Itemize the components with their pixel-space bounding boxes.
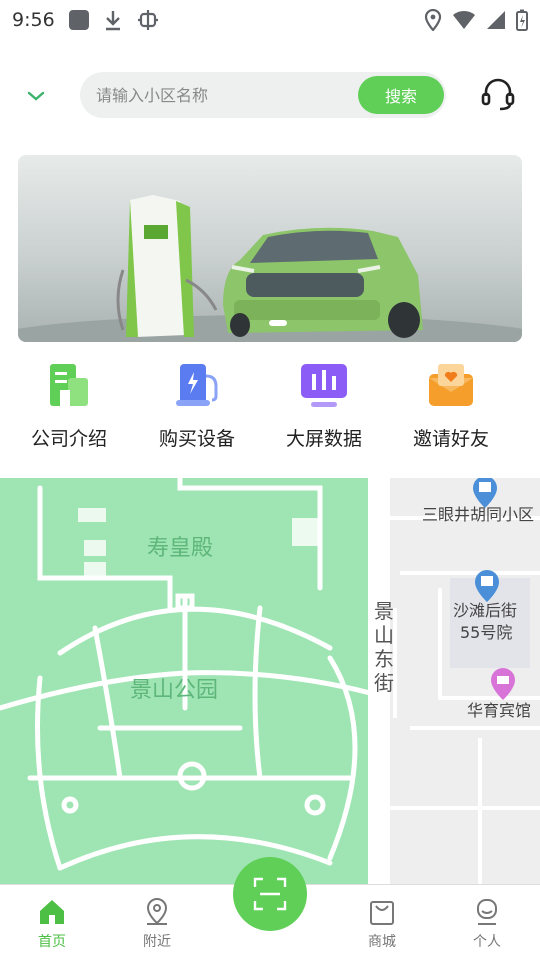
nav-label: 商城: [368, 934, 396, 950]
signal-icon: [487, 11, 505, 29]
scan-icon: [253, 877, 287, 911]
scan-button[interactable]: [233, 857, 307, 931]
header: 搜索: [0, 70, 540, 122]
battery-icon: [516, 9, 528, 31]
map-label-huayu-hotel: 华育宾馆: [467, 701, 531, 720]
building-icon: [50, 364, 88, 406]
car-illustration: [223, 227, 423, 338]
dashboard-icon: [301, 364, 347, 407]
nav-home[interactable]: 首页: [12, 897, 92, 951]
quick-item-invite[interactable]: 邀请好友: [386, 360, 516, 451]
home-icon: [40, 900, 64, 924]
quick-item-label: 购买设备: [158, 428, 235, 450]
status-time: 9:56: [12, 9, 55, 31]
charger-illustration: [116, 195, 218, 337]
chevron-down-icon[interactable]: [24, 84, 48, 108]
search-button[interactable]: 搜索: [358, 76, 444, 114]
map-canvas: 寿皇殿 景山公园 景 山 东 街 三眼井胡同小区 沙滩后街 55号院 华育宾馆: [0, 478, 540, 884]
map-label-shatan-2: 55号院: [460, 623, 512, 642]
nav-label: 首页: [38, 934, 66, 950]
wifi-icon: [453, 10, 475, 29]
bottom-nav: 首页 附近 商城 个人: [0, 857, 540, 960]
poi-marker-blue: [473, 478, 497, 508]
quick-item-dashboard[interactable]: 大屏数据: [259, 360, 389, 451]
nav-shop[interactable]: 商城: [342, 897, 422, 951]
quick-menu: 公司介绍 购买设备 大屏数据 邀请好友: [0, 360, 540, 450]
quick-item-label: 公司介绍: [30, 428, 107, 450]
search-box: 搜索: [80, 72, 446, 118]
nav-nearby[interactable]: 附近: [117, 897, 197, 951]
location-icon: [424, 9, 442, 31]
map-view[interactable]: 寿皇殿 景山公园 景 山 东 街 三眼井胡同小区 沙滩后街 55号院 华育宾馆: [0, 478, 540, 884]
headset-icon[interactable]: [480, 76, 516, 112]
shop-icon: [370, 901, 394, 925]
search-input[interactable]: [96, 72, 346, 118]
quick-item-buy-device[interactable]: 购买设备: [132, 360, 262, 451]
map-label-shouhuangdian: 寿皇殿: [147, 536, 213, 561]
map-label-jingshan-park: 景山公园: [130, 678, 218, 703]
nav-profile[interactable]: 个人: [447, 897, 527, 951]
map-label-shatan-1: 沙滩后街: [453, 601, 517, 620]
map-label-street-2: 山: [374, 623, 394, 647]
quick-item-label: 邀请好友: [412, 428, 489, 450]
map-label-street-1: 景: [374, 599, 394, 623]
quick-item-company[interactable]: 公司介绍: [4, 360, 134, 451]
nav-label: 个人: [473, 934, 501, 950]
map-label-street-3: 东: [374, 647, 394, 671]
map-label-street-4: 街: [374, 671, 394, 695]
invite-icon: [429, 364, 473, 406]
app-icon: [68, 10, 89, 30]
user-icon: [477, 899, 497, 925]
nav-label: 附近: [143, 934, 171, 950]
poi-marker-hotel: [491, 668, 515, 700]
bug-icon: [137, 10, 158, 30]
map-label-sanyanjing: 三眼井胡同小区: [422, 505, 534, 524]
charger-icon: [176, 364, 218, 406]
status-bar: 9:56: [0, 0, 540, 40]
download-icon: [105, 11, 120, 31]
quick-item-label: 大屏数据: [285, 428, 362, 450]
carousel-indicator: [269, 320, 287, 326]
location-pin-icon: [146, 897, 168, 925]
banner-carousel[interactable]: [18, 155, 522, 342]
banner-image: [18, 195, 522, 342]
